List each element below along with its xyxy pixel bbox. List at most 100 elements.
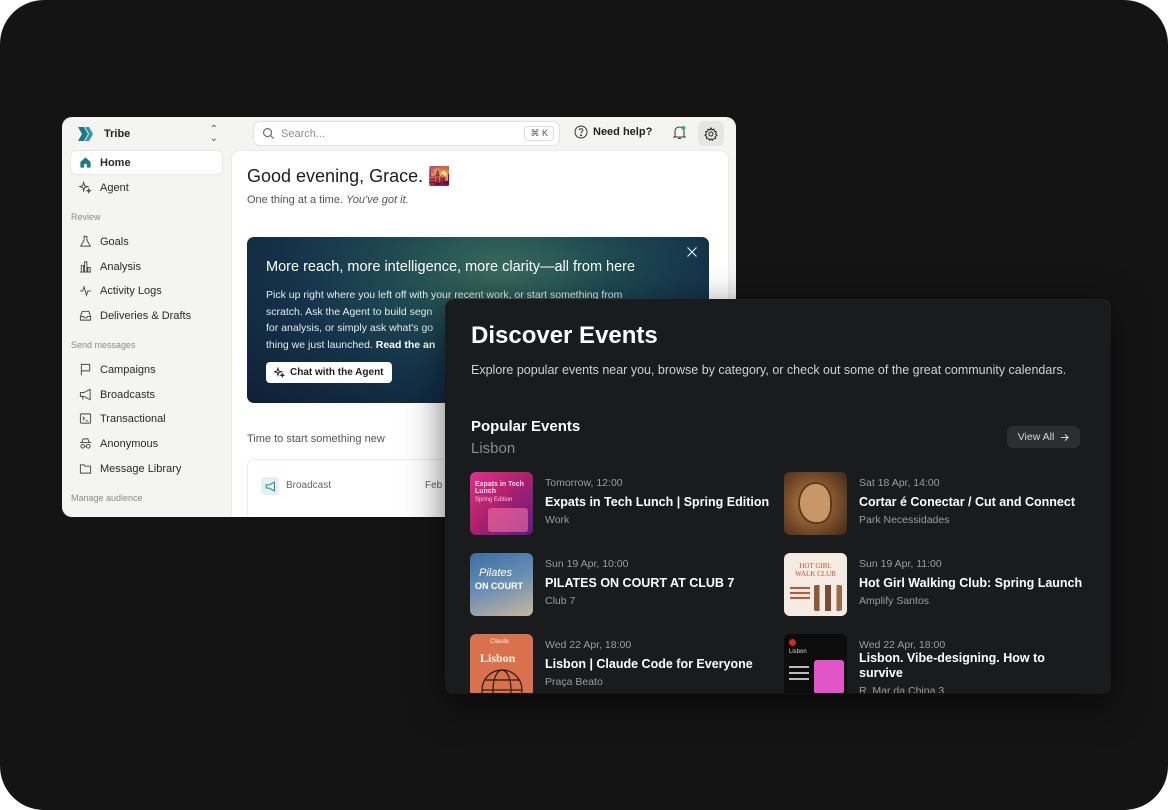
event-location: Club 7 — [545, 595, 576, 607]
thumb-photo — [488, 508, 528, 532]
sidebar-item-label: Agent — [100, 181, 129, 194]
event-date: Wed 22 Apr, 18:00 — [859, 639, 946, 651]
event-thumbnail: HOT GIRL WALK CLUB — [784, 553, 847, 616]
event-name: Hot Girl Walking Club: Spring Launch — [859, 576, 1083, 590]
sidebar: Tribe ⌃ ⌄ Home Agent Review Goals Analys… — [62, 117, 230, 517]
view-all-button[interactable]: View All — [1007, 426, 1080, 448]
thumb-text: Lisbon — [789, 649, 807, 655]
need-help-label: Need help? — [593, 126, 653, 138]
section-label-send-messages: Send messages — [71, 340, 136, 350]
sidebar-item-transactional[interactable]: Transactional — [71, 407, 222, 430]
need-help-button[interactable]: Need help? — [574, 125, 652, 139]
promo-body-line: scratch. Ask the Agent to build segn — [266, 305, 433, 318]
event-name: Lisbon. Vibe-designing. How to survive — [859, 651, 1045, 680]
button-label: Chat with the Agent — [290, 367, 384, 378]
sidebar-item-label: Campaigns — [100, 363, 156, 376]
thumb-text-lines — [789, 666, 809, 668]
sidebar-item-label: Deliveries & Drafts — [100, 309, 192, 322]
popular-events-heading: Popular Events — [471, 418, 581, 435]
chevron-up-down-icon: ⌃ ⌄ — [209, 124, 218, 144]
sidebar-item-label: Analysis — [100, 260, 141, 273]
read-announcement-link[interactable]: Read the an — [376, 339, 436, 351]
close-icon[interactable] — [686, 246, 698, 258]
thumb-text: HOT GIRL WALK CLUB — [795, 562, 836, 578]
notification-bell-icon[interactable] — [672, 125, 687, 140]
sidebar-item-label: Activity Logs — [100, 284, 162, 297]
thumb-subtext: Spring Edition — [475, 497, 513, 503]
event-card[interactable]: Claude Lisbon Wed 22 Apr, 18:00 Lisbon |… — [470, 634, 770, 693]
event-date: Sun 19 Apr, 10:00 — [545, 558, 629, 570]
sidebar-item-message-library[interactable]: Message Library — [71, 457, 222, 480]
start-something-heading: Time to start something new — [247, 433, 385, 445]
chat-with-agent-button[interactable]: Chat with the Agent — [266, 362, 392, 383]
bar-chart-icon — [78, 260, 92, 274]
sidebar-item-label: Home — [100, 156, 131, 169]
event-date: Tomorrow, 12:00 — [545, 477, 623, 489]
event-thumbnail: Lisbon — [784, 634, 847, 693]
thumb-illustration — [798, 482, 832, 524]
page-subtitle: One thing at a time. You've got it. — [247, 194, 409, 206]
quick-card-date: Feb — [425, 480, 443, 491]
sidebar-item-analysis[interactable]: Analysis — [71, 255, 222, 278]
terminal-icon — [78, 412, 92, 426]
home-icon — [78, 156, 92, 170]
background-frame: Tribe ⌃ ⌄ Home Agent Review Goals Analys… — [0, 0, 1168, 810]
search-input[interactable] — [281, 127, 511, 140]
question-circle-icon — [574, 125, 588, 139]
sparkle-icon — [78, 181, 92, 195]
thumb-subtext: ON COURT — [475, 581, 523, 591]
thumb-text: Pilates — [479, 567, 513, 579]
top-bar: ⌘ K Need help? — [230, 117, 736, 149]
gear-icon — [704, 126, 718, 141]
sidebar-item-label: Anonymous — [100, 437, 159, 450]
section-label-review: Review — [71, 212, 101, 222]
thumb-text: Expats in Tech Lunch — [475, 481, 524, 495]
event-date: Wed 22 Apr, 18:00 — [545, 639, 632, 651]
event-name: Lisbon | Claude Code for Everyone — [545, 657, 753, 671]
page-title: Good evening, Grace. 🌇 — [247, 166, 451, 186]
event-name: PILATES ON COURT AT CLUB 7 — [545, 576, 735, 590]
arrow-right-icon — [1061, 433, 1070, 441]
sidebar-item-broadcasts[interactable]: Broadcasts — [71, 383, 222, 406]
folder-icon — [78, 462, 92, 476]
event-location: Praça Beato — [545, 676, 603, 688]
sidebar-item-goals[interactable]: Goals — [71, 230, 222, 253]
promo-title: More reach, more intelligence, more clar… — [266, 259, 636, 275]
globe-icon — [481, 669, 523, 693]
megaphone-icon — [78, 388, 92, 402]
event-card[interactable]: Expats in Tech Lunch Spring Edition Tomo… — [470, 472, 770, 536]
sidebar-item-agent[interactable]: Agent — [71, 176, 222, 199]
sidebar-item-activity-logs[interactable]: Activity Logs — [71, 279, 222, 302]
sidebar-item-home[interactable]: Home — [71, 151, 222, 174]
incognito-icon — [78, 437, 92, 451]
sidebar-item-label: Goals — [100, 235, 129, 248]
event-location: Park Necessidades — [859, 514, 950, 526]
promo-body-line: for analysis, or simply ask what's go — [266, 322, 434, 334]
event-date: Sun 19 Apr, 11:00 — [859, 558, 942, 570]
event-card[interactable]: Sat 18 Apr, 14:00 Cortar é Conectar / Cu… — [784, 472, 1084, 536]
event-name: Cortar é Conectar / Cut and Connect — [859, 495, 1075, 509]
megaphone-icon — [261, 477, 279, 495]
thumb-text-lines — [790, 587, 810, 589]
view-all-label: View All — [1017, 431, 1055, 443]
thumb-text: Lisbon — [480, 651, 516, 665]
workspace-switcher[interactable]: Tribe ⌃ ⌄ — [70, 123, 222, 145]
sidebar-item-label: Message Library — [100, 462, 182, 475]
section-label-manage-audience: Manage audience — [71, 493, 143, 503]
sidebar-item-anonymous[interactable]: Anonymous — [71, 432, 222, 455]
quick-card-label: Broadcast — [286, 480, 332, 491]
search-box[interactable]: ⌘ K — [253, 121, 560, 146]
promo-body-line: thing we just launched. — [266, 338, 376, 351]
event-thumbnail — [784, 472, 847, 535]
thumb-dot — [789, 639, 796, 646]
sidebar-item-campaigns[interactable]: Campaigns — [71, 358, 222, 381]
event-card[interactable]: Lisbon Wed 22 Apr, 18:00 Lisbon. Vibe-de… — [784, 634, 1084, 693]
event-card[interactable]: Pilates ON COURT Sun 19 Apr, 10:00 PILAT… — [470, 553, 770, 617]
settings-button[interactable] — [698, 121, 724, 146]
inbox-icon — [78, 309, 92, 323]
search-icon — [262, 127, 275, 140]
event-location: Work — [545, 514, 570, 526]
subtitle-italic: You've got it. — [346, 194, 409, 206]
sidebar-item-deliveries-drafts[interactable]: Deliveries & Drafts — [71, 304, 222, 327]
event-card[interactable]: HOT GIRL WALK CLUB Sun 19 Apr, 11:00 Hot… — [784, 553, 1084, 617]
